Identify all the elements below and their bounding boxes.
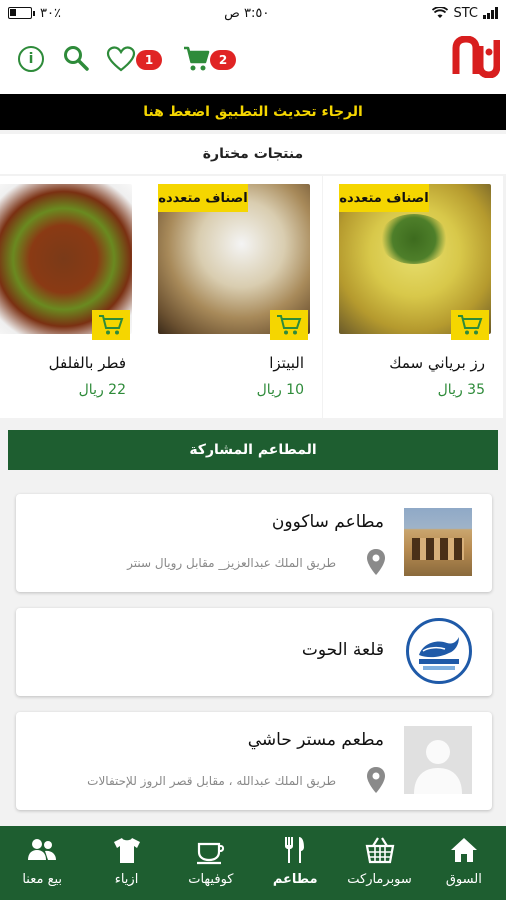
product-tag: اصناف متعدده	[158, 184, 248, 212]
nav-item-supermarket[interactable]: سوبرماركت	[337, 826, 421, 900]
product-tag: اصناف متعدده	[339, 184, 429, 212]
participating-restaurants-title: المطاعم المشاركة	[8, 430, 498, 470]
product-name: البيتزا	[269, 354, 304, 372]
product-card[interactable]: اصناف متعدده البيتزا 10 ريال	[142, 176, 322, 418]
logo[interactable]	[452, 36, 500, 78]
coffee-cup-icon	[196, 842, 224, 865]
product-name: رز برياني سمك	[389, 354, 485, 372]
cart-icon	[458, 315, 483, 335]
cart-icon	[99, 315, 124, 335]
featured-products-title: منتجات مختارة	[0, 134, 506, 174]
nav-label: سوبرماركت	[347, 872, 412, 887]
top-header: i 1 2	[0, 26, 506, 94]
nav-item-fashion[interactable]: ازياء	[84, 826, 168, 900]
whale-logo-icon	[419, 637, 459, 670]
user-placeholder-icon	[414, 740, 462, 794]
signal-icon	[483, 7, 498, 19]
basket-icon	[365, 837, 394, 864]
bottom-navigation: السوق سوبرماركت مطاعم كوفيهات ازياء بيع …	[0, 826, 506, 900]
status-bar: ٣٠٪ ٣:٥٠ ص STC	[0, 0, 506, 26]
carrier-name: STC	[453, 5, 478, 21]
restaurant-card[interactable]: قلعة الحوت	[16, 608, 492, 696]
add-to-cart-button[interactable]	[92, 310, 130, 340]
clock: ٣:٥٠ ص	[224, 5, 270, 21]
add-to-cart-button[interactable]	[270, 310, 308, 340]
restaurant-card[interactable]: مطعم مستر حاشي طريق الملك عبدالله ، مقاب…	[16, 712, 492, 810]
search-icon[interactable]	[62, 44, 90, 72]
product-name: فطر بالفلفل	[48, 354, 126, 372]
people-icon	[28, 839, 57, 860]
product-card[interactable]: فطر بالفلفل 22 ريال	[0, 176, 144, 418]
nav-item-cafes[interactable]: كوفيهات	[169, 826, 253, 900]
nav-label: كوفيهات	[188, 872, 234, 887]
restaurant-name: مطاعم ساكوون	[271, 512, 384, 532]
battery-status: ٣٠٪	[8, 6, 61, 21]
cart-icon	[277, 315, 302, 335]
nav-label: ازياء	[114, 872, 139, 887]
location-pin-icon	[367, 767, 385, 793]
nav-label: بيع معنا	[22, 872, 63, 887]
favorites-count-badge: 1	[136, 50, 162, 70]
update-app-banner[interactable]: الرجاء تحديث التطبيق اضغط هنا	[0, 94, 506, 130]
product-price: 35 ريال	[437, 382, 485, 398]
battery-icon	[8, 7, 32, 19]
heart-icon[interactable]	[106, 45, 136, 73]
nav-item-market[interactable]: السوق	[422, 826, 506, 900]
restaurant-name: مطعم مستر حاشي	[247, 730, 384, 750]
featured-products-carousel[interactable]: اصناف متعدده رز برياني سمك 35 ريال اصناف…	[0, 176, 506, 418]
restaurant-placeholder-avatar	[404, 726, 472, 794]
restaurant-name: قلعة الحوت	[301, 640, 384, 660]
shirt-icon	[113, 838, 140, 863]
product-price: 22 ريال	[78, 382, 126, 398]
restaurant-card[interactable]: مطاعم ساكوون طريق الملك عبدالعزيز_ مقابل…	[16, 494, 492, 592]
nav-item-sell-with-us[interactable]: بيع معنا	[0, 826, 84, 900]
wifi-icon	[432, 7, 449, 18]
network-status: STC	[432, 6, 498, 21]
restaurant-address: طريق الملك عبدالعزيز_ مقابل رويال سنتر	[127, 556, 336, 570]
add-to-cart-button[interactable]	[451, 310, 489, 340]
restaurant-thumbnail	[404, 508, 472, 576]
info-icon[interactable]: i	[18, 46, 44, 72]
cart-icon[interactable]	[182, 45, 210, 73]
nav-label: مطاعم	[272, 872, 318, 887]
home-icon	[450, 838, 477, 862]
nav-item-restaurants[interactable]: مطاعم	[253, 826, 337, 900]
battery-percent: ٣٠٪	[40, 5, 61, 21]
cart-count-badge: 2	[210, 50, 236, 70]
app-screen: ٣٠٪ ٣:٥٠ ص STC i 1 2 الرجاء تحديث التطبي…	[0, 0, 506, 900]
product-price: 10 ريال	[256, 382, 304, 398]
product-card[interactable]: اصناف متعدده رز برياني سمك 35 ريال	[323, 176, 503, 418]
cutlery-icon	[285, 837, 305, 863]
battery-tip	[33, 10, 35, 16]
nav-label: السوق	[445, 872, 482, 887]
restaurant-logo	[406, 618, 472, 684]
location-pin-icon	[367, 549, 385, 575]
restaurant-address: طريق الملك عبدالله ، مقابل قصر الروز للإ…	[87, 774, 336, 788]
